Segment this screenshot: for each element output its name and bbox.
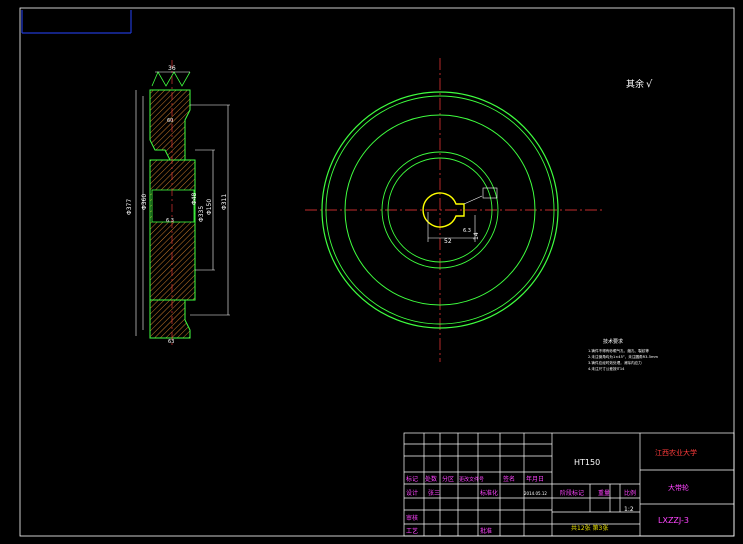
designer-name: 张三: [428, 489, 440, 497]
row-label-2: 处数: [425, 475, 437, 483]
date-text: 2014.05.12: [524, 491, 547, 496]
section-dim-hub-width: 60: [167, 118, 173, 124]
title-block-text: HT150 江西农业大学 大带轮 LXZZJ-3 1:2 共12张 第3张 阶段…: [406, 448, 697, 535]
row-label-6: 年月日: [526, 475, 544, 483]
sheet-info: 共12张 第3张: [571, 524, 608, 532]
stage-mark-label: 阶段标记: [560, 489, 584, 497]
front-view: 52 14 6.3: [305, 58, 603, 362]
tech-req-title: 技术要求: [603, 338, 623, 345]
section-dim-hub-dia: Φ311: [221, 194, 228, 210]
university-text: 江西农业大学: [655, 448, 697, 457]
review-label: 审核: [406, 514, 418, 522]
tech-req-item-1: 1.铸件不得有砂眼气孔、缩孔、裂纹等: [588, 348, 649, 353]
row-label-4: 更改文件号: [459, 476, 484, 483]
front-roughness-tag: 6.3: [463, 228, 471, 234]
surface-roughness-note: 其余 √: [626, 78, 653, 90]
section-dim-outer-dia: Φ377: [126, 199, 133, 215]
section-dim-side-label: 6.3: [166, 218, 174, 224]
section-dim-bore-label: Φ335: [198, 206, 205, 222]
keyway-depth-dim: 52: [444, 238, 452, 245]
material-text: HT150: [574, 458, 600, 467]
design-label: 设计: [406, 489, 418, 497]
section-dim-groove-dia: Φ360: [141, 194, 148, 210]
keyway-width-dim: 14: [473, 232, 480, 240]
scale-value: 1:2: [624, 506, 634, 513]
process-label: 工艺: [406, 527, 418, 535]
part-name-text: 大带轮: [668, 483, 689, 492]
cad-drawing-canvas: 36 Φ377 Φ360 Φ311 Φ150 Φ48 Φ335 6.3 60 6…: [19, 7, 735, 537]
tech-req-item-3: 3.铸件应经时效处理，消除内应力: [588, 360, 642, 365]
surface-note-text: 其余: [626, 78, 644, 90]
section-view: 36 Φ377 Φ360 Φ311 Φ150 Φ48 Φ335 6.3 60 6…: [126, 60, 230, 345]
scale-label: 比例: [624, 489, 636, 497]
surface-roughness-symbol: √: [646, 79, 653, 90]
standard-label: 标准化: [480, 489, 498, 497]
tech-req-item-2: 2.未注倒角均为1×45°，未注圆角R3-5mm: [588, 354, 658, 359]
weight-label: 重量: [598, 489, 610, 497]
tech-req-item-4: 4.未注尺寸公差按IT14: [588, 366, 625, 371]
row-label-5: 签名: [503, 475, 515, 483]
section-dim-bore-dia: Φ150: [206, 199, 213, 215]
drawing-no-text: LXZZJ-3: [658, 516, 689, 525]
tech-requirements: 技术要求 1.铸件不得有砂眼气孔、缩孔、裂纹等 2.未注倒角均为1×45°，未注…: [588, 338, 658, 371]
row-label-1: 标记: [406, 475, 418, 483]
section-dim-bore-small: Φ48: [191, 192, 198, 205]
section-dim-top-width: 36: [168, 65, 176, 72]
row-label-3: 分区: [442, 475, 454, 483]
section-dim-bottom: 63: [168, 339, 174, 345]
approve-label: 批准: [480, 527, 492, 535]
